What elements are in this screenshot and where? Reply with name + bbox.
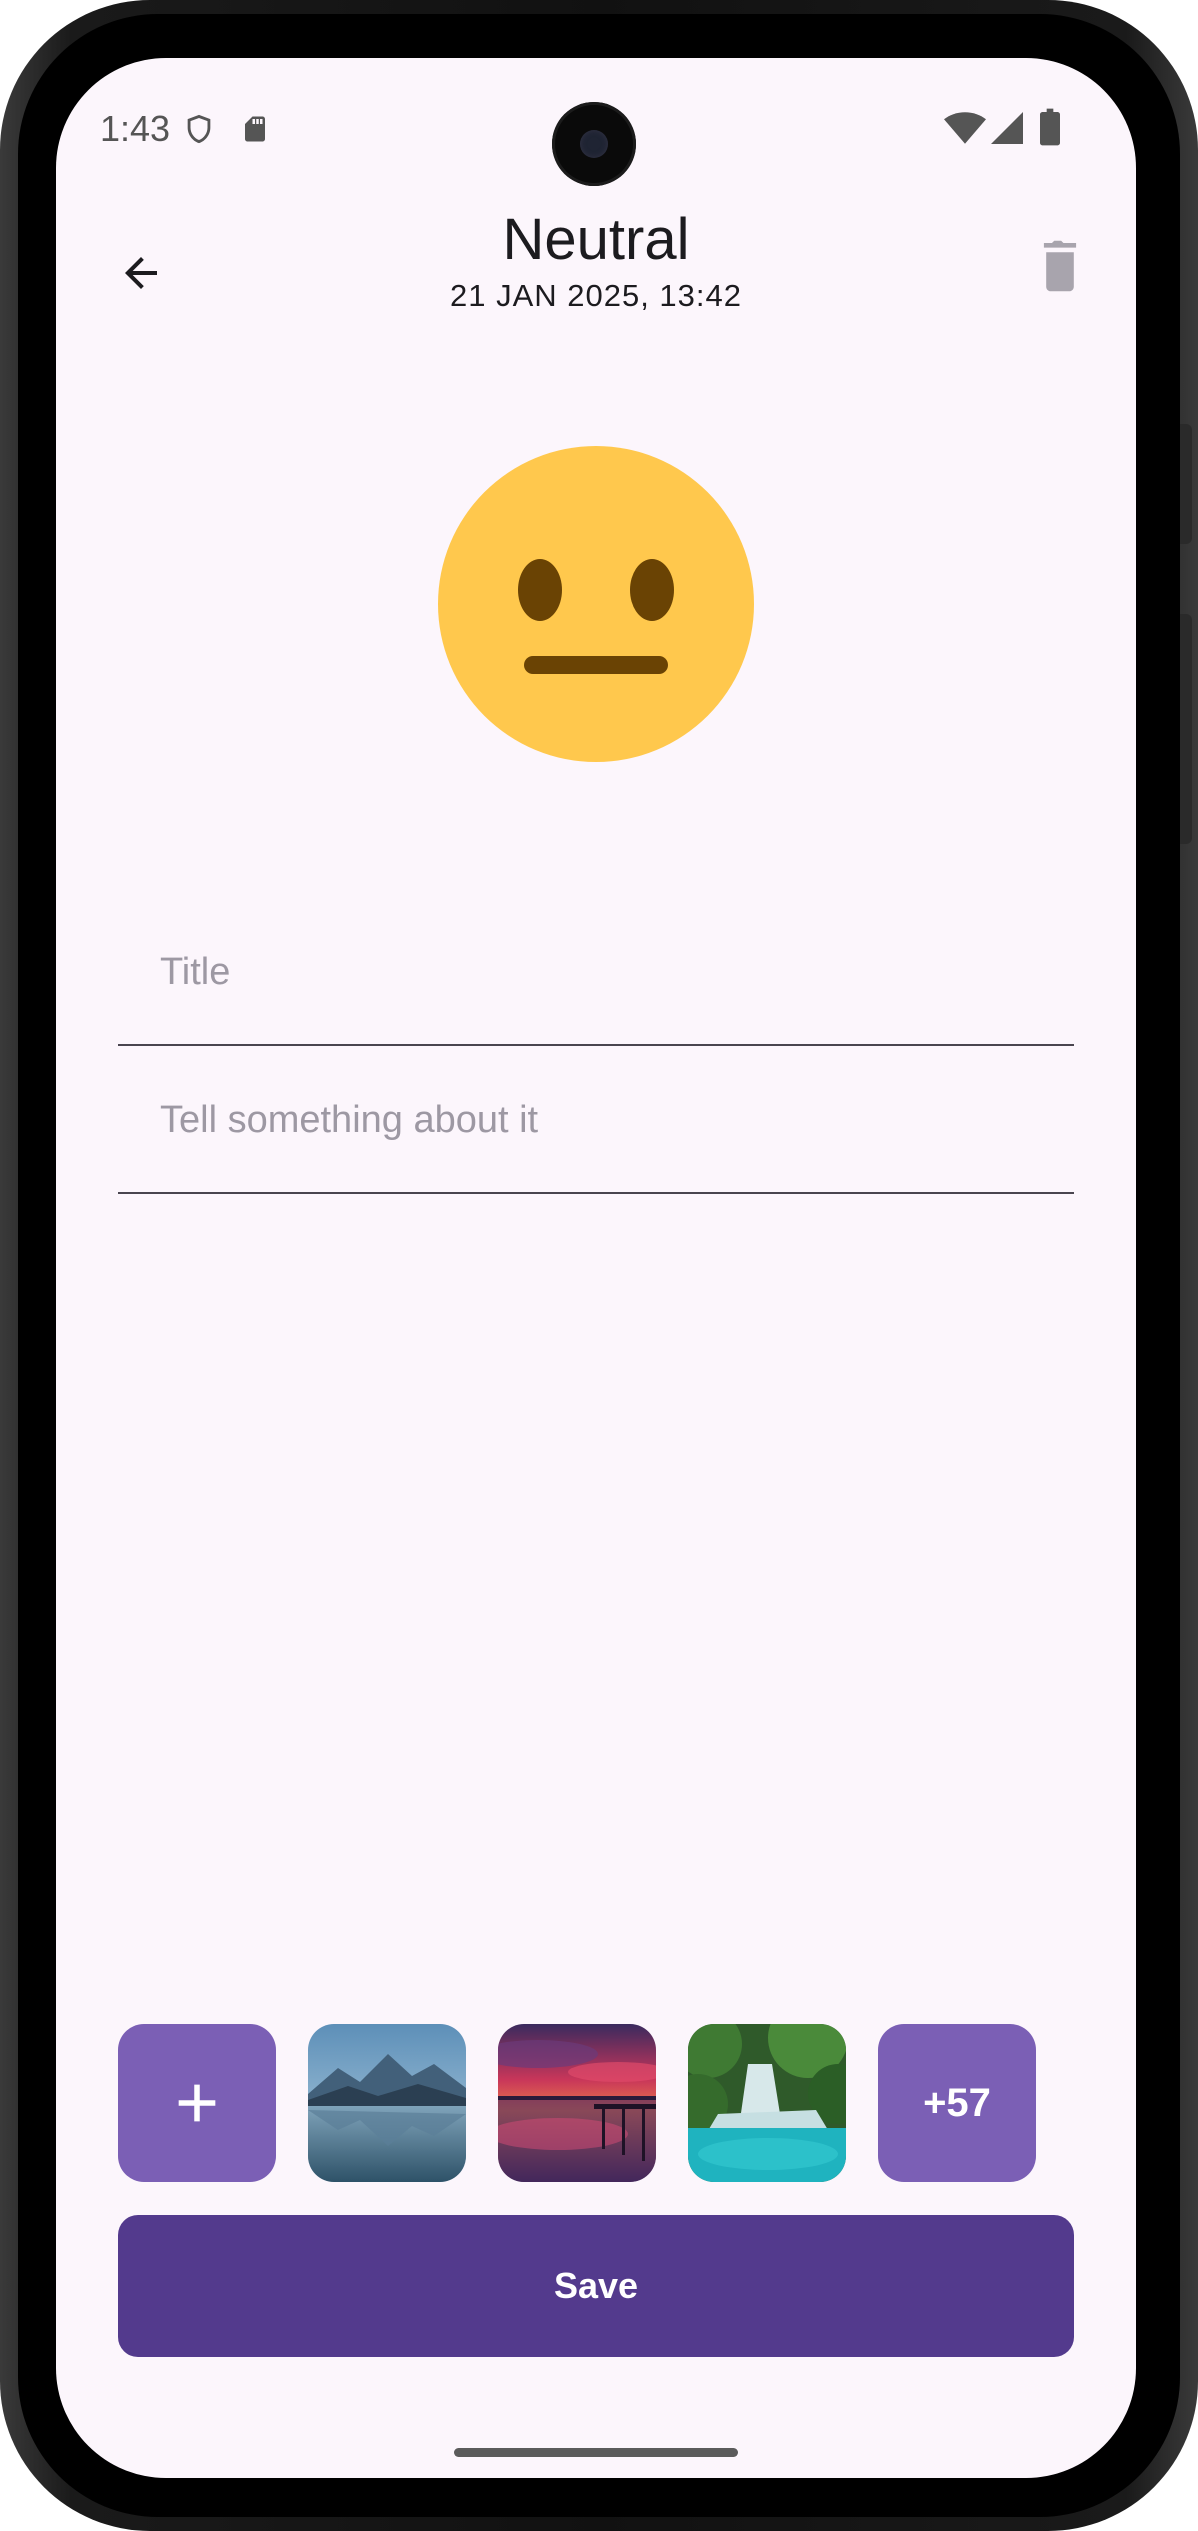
description-input[interactable] [160,1090,1020,1150]
title-field[interactable] [118,898,1074,1046]
sunset-pier-photo[interactable] [498,2024,656,2182]
top-app-bar: Neutral 21 JAN 2025, 13:42 [56,148,1136,313]
delete-button[interactable] [1020,226,1100,306]
entry-date: 21 JAN 2025, 13:42 [449,277,743,313]
wifi-icon [944,112,986,149]
title-input[interactable] [160,942,1020,1002]
phone-frame: 1:43 Neutral 21 JAN 2025, 13:42 Title Te… [0,0,1198,2531]
mountain-lake-photo[interactable] [308,2024,466,2182]
emoji-right-eye [630,559,674,621]
waterfall-photo[interactable] [688,2024,846,2182]
sd-card-icon [240,112,270,151]
neutral-face-icon[interactable] [438,446,754,762]
cellular-signal-icon [990,112,1024,149]
description-field[interactable] [118,1046,1074,1194]
status-time: 1:43 [100,108,171,149]
emoji-left-eye [518,559,562,621]
trash-icon [1043,240,1077,292]
header-title-group: Neutral 21 JAN 2025, 13:42 [56,208,1136,314]
battery-icon [1040,108,1060,151]
add-photo-button[interactable] [118,2024,276,2182]
save-button[interactable]: Save [118,2215,1074,2357]
more-photos-button[interactable]: +57 [878,2024,1036,2182]
shield-icon [182,110,216,153]
home-indicator[interactable] [454,2448,738,2457]
app-screen: 1:43 Neutral 21 JAN 2025, 13:42 Title Te… [56,58,1136,2478]
more-photos-count: +57 [923,2080,991,2125]
plus-icon [178,2084,216,2122]
mood-title: Neutral [502,207,690,272]
emoji-mouth [524,656,668,674]
power-button [1180,614,1192,844]
attachments-row: +57 [118,2024,1074,2182]
volume-button [1180,424,1192,544]
